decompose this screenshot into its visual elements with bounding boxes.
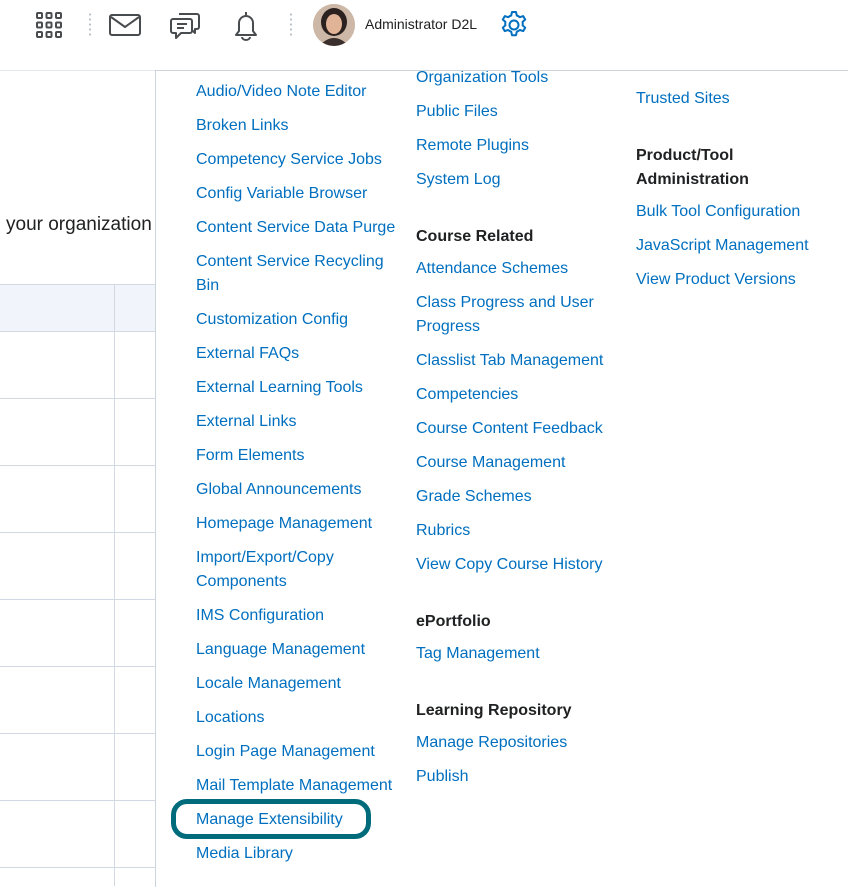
highlight-outline bbox=[171, 799, 371, 839]
user-name[interactable]: Administrator D2L bbox=[365, 16, 477, 32]
table-row bbox=[0, 666, 156, 667]
page-description: your organization bbox=[6, 214, 152, 235]
menu-item[interactable]: External FAQs bbox=[196, 342, 299, 366]
menu-item[interactable]: Organization Tools bbox=[416, 71, 548, 90]
menu-item[interactable]: JavaScript Management bbox=[636, 234, 809, 258]
menu-item[interactable]: IMS Configuration bbox=[196, 604, 324, 628]
avatar[interactable] bbox=[313, 4, 355, 46]
section-heading-course-related: Course Related bbox=[416, 228, 534, 245]
menu-item[interactable]: Broken Links bbox=[196, 114, 289, 138]
table-row bbox=[0, 733, 156, 734]
menu-item[interactable]: Customization Config bbox=[196, 308, 348, 332]
section-heading-product-tool: Administration bbox=[636, 171, 749, 188]
menu-item[interactable]: Course Management bbox=[416, 451, 565, 475]
table-row bbox=[0, 465, 156, 466]
table-header bbox=[0, 284, 156, 332]
top-navbar: Administrator D2L bbox=[0, 0, 848, 71]
menu-item[interactable]: Components bbox=[196, 570, 287, 594]
menu-item[interactable]: Trusted Sites bbox=[636, 87, 730, 111]
menu-item[interactable]: Content Service Data Purge bbox=[196, 216, 395, 240]
menu-item[interactable]: Rubrics bbox=[416, 519, 470, 543]
admin-tools-menu: Audio/Video Note Editor Broken Links Com… bbox=[155, 70, 848, 887]
background-table bbox=[0, 284, 156, 886]
menu-item[interactable]: Course Content Feedback bbox=[416, 417, 603, 441]
menu-item[interactable]: Tag Management bbox=[416, 642, 540, 666]
menu-item[interactable]: Global Announcements bbox=[196, 478, 361, 502]
menu-item[interactable]: Media Library bbox=[196, 842, 293, 866]
menu-item[interactable]: Competency Service Jobs bbox=[196, 148, 382, 172]
menu-item[interactable]: Classlist Tab Management bbox=[416, 349, 603, 373]
grid-icon[interactable] bbox=[32, 8, 66, 42]
menu-item[interactable]: Attendance Schemes bbox=[416, 257, 568, 281]
bell-icon[interactable] bbox=[229, 8, 263, 42]
menu-item[interactable]: System Log bbox=[416, 168, 500, 192]
gear-icon[interactable] bbox=[497, 8, 531, 42]
menu-item[interactable]: Form Elements bbox=[196, 444, 304, 468]
table-row bbox=[0, 800, 156, 801]
menu-item[interactable]: Bin bbox=[196, 274, 219, 298]
menu-item[interactable]: Manage Repositories bbox=[416, 731, 567, 755]
menu-item[interactable]: External Links bbox=[196, 410, 297, 434]
section-heading-learning-repository: Learning Repository bbox=[416, 702, 572, 719]
menu-item[interactable]: Language Management bbox=[196, 638, 365, 662]
chat-icon[interactable] bbox=[168, 8, 202, 42]
menu-item[interactable]: View Copy Course History bbox=[416, 553, 602, 577]
menu-item[interactable]: Locations bbox=[196, 706, 265, 730]
table-row bbox=[0, 532, 156, 533]
menu-item[interactable]: Grade Schemes bbox=[416, 485, 532, 509]
menu-item[interactable]: Publish bbox=[416, 765, 468, 789]
table-row bbox=[0, 398, 156, 399]
menu-item[interactable]: Locale Management bbox=[196, 672, 341, 696]
menu-item[interactable]: View Product Versions bbox=[636, 268, 796, 292]
mail-icon[interactable] bbox=[108, 8, 142, 42]
menu-item[interactable]: Config Variable Browser bbox=[196, 182, 367, 206]
menu-item[interactable]: External Learning Tools bbox=[196, 376, 363, 400]
section-heading-product-tool: Product/Tool bbox=[636, 147, 734, 164]
menu-item[interactable]: Audio/Video Note Editor bbox=[196, 80, 366, 104]
menu-item[interactable]: Progress bbox=[416, 315, 480, 339]
menu-item[interactable]: Remote Plugins bbox=[416, 134, 529, 158]
divider bbox=[290, 12, 292, 38]
menu-item[interactable]: Mail Template Management bbox=[196, 774, 392, 798]
menu-item[interactable]: Competencies bbox=[416, 383, 518, 407]
menu-item[interactable]: Class Progress and User bbox=[416, 291, 594, 315]
table-row bbox=[0, 599, 156, 600]
table-divider bbox=[114, 284, 115, 886]
divider bbox=[89, 12, 91, 38]
menu-item[interactable]: Login Page Management bbox=[196, 740, 375, 764]
menu-item[interactable]: Import/Export/Copy bbox=[196, 546, 334, 570]
menu-item[interactable]: Homepage Management bbox=[196, 512, 372, 536]
menu-item[interactable]: Content Service Recycling bbox=[196, 250, 384, 274]
table-row bbox=[0, 867, 156, 868]
menu-item[interactable]: Bulk Tool Configuration bbox=[636, 200, 800, 224]
section-heading-eportfolio: ePortfolio bbox=[416, 613, 491, 630]
menu-item[interactable]: Public Files bbox=[416, 100, 498, 124]
